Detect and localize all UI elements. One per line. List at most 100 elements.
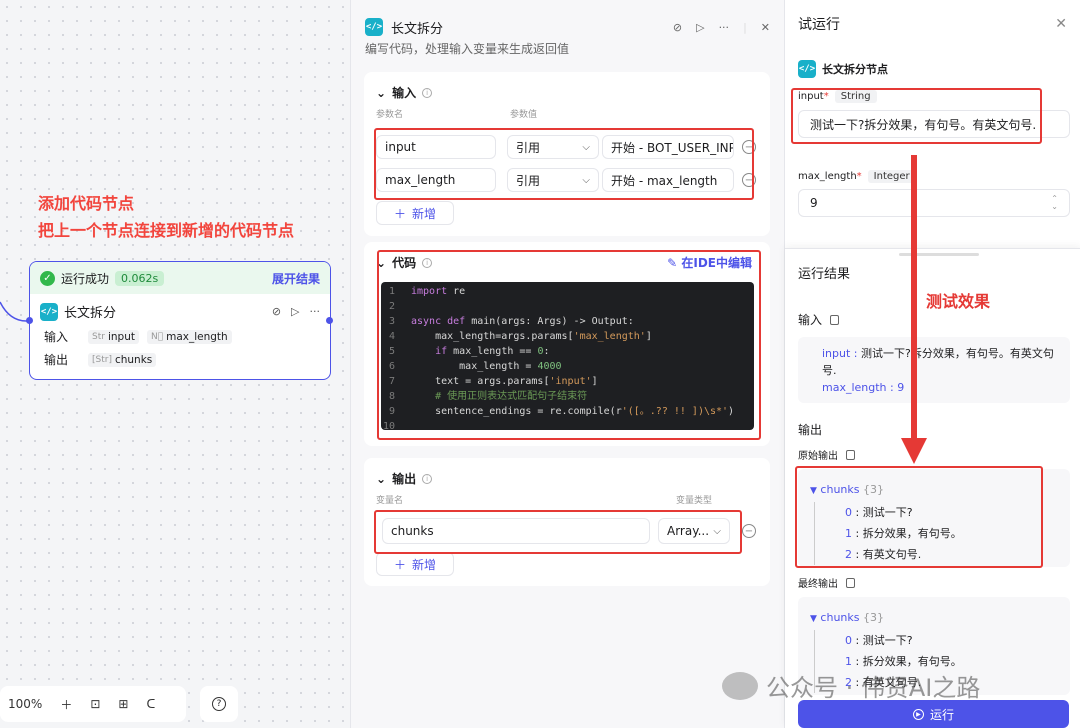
remove-param-icon[interactable]: − (742, 140, 756, 154)
watermark: 公众号 · 伟贤AI之路 (722, 668, 980, 703)
info-icon: i (422, 87, 433, 98)
input-value-field[interactable]: 测试一下?拆分效果，有句号。有英文句号. (798, 110, 1070, 138)
editor-title: 长文拆分 (391, 21, 444, 37)
test-run-panel: 试运行 ✕ </> 长文拆分节点 input* String 测试一下?拆分效果，有句… (784, 0, 1080, 728)
info-icon: i (422, 257, 433, 268)
node-output-var: [Str] chunks (88, 352, 157, 367)
param-name: max_length* (798, 171, 862, 182)
run-node-icon[interactable]: ▷ (291, 305, 299, 318)
input-ref-select[interactable]: 开始 - BOT_USER_INPUT (602, 135, 734, 159)
expand-result-link[interactable]: 展开结果 (272, 270, 320, 287)
close-icon[interactable]: ✕ (761, 21, 770, 34)
add-output-button[interactable]: ＋新增 (376, 552, 454, 576)
node-output-port[interactable] (326, 317, 333, 324)
stepper-icon[interactable]: ⌃ ⌄ (1051, 195, 1058, 211)
copy-icon[interactable] (846, 449, 855, 460)
debug-off-icon[interactable]: ⊘ (272, 305, 281, 318)
annotation-arrow (911, 155, 917, 443)
output-var-name-field[interactable]: chunks (382, 518, 650, 544)
param-type-tag: String (834, 90, 877, 103)
workflow-canvas[interactable]: 添加代码节点 把上一个节点连接到新增的代码节点 ✓ 运行成功 0.062s 展开… (0, 0, 350, 728)
node-input-port[interactable] (26, 317, 33, 324)
editor-description: 编写代码，处理输入变量来生成返回值 (365, 42, 570, 56)
remove-output-icon[interactable]: − (742, 524, 756, 538)
result-output-heading: 输出 (798, 423, 823, 437)
code-section-title: 代码 (392, 256, 417, 270)
help-icon: ? (212, 697, 226, 711)
help-button[interactable]: ? (200, 686, 238, 722)
output-section-title: 输出 (392, 472, 417, 486)
input-param-name-field[interactable]: input (376, 135, 496, 159)
max-length-field[interactable]: 9 ⌃ ⌄ (798, 189, 1070, 217)
collapse-icon[interactable]: ᑕ (146, 697, 155, 711)
more-icon[interactable]: ··· (719, 21, 730, 34)
copy-icon[interactable] (846, 577, 855, 588)
edit-icon: ✎ (667, 256, 678, 270)
success-check-icon: ✓ (40, 270, 55, 286)
annotation-add-node: 添加代码节点 (38, 194, 135, 213)
collapse-chevron-icon[interactable]: ⌄ (376, 256, 386, 270)
divider: | (743, 20, 747, 34)
param-type-tag: Integer (867, 170, 916, 183)
node-run-status: ✓ 运行成功 0.062s 展开结果 (30, 262, 330, 294)
chevron-down-icon: ⌵ (713, 525, 721, 537)
code-node-icon: </> (798, 60, 816, 78)
input-ref-select[interactable]: 开始 - max_length (602, 168, 734, 192)
remove-param-icon[interactable]: − (742, 173, 756, 187)
run-time-badge: 0.062s (115, 270, 165, 286)
run-button[interactable]: ▶ 运行 (798, 700, 1069, 728)
result-input-heading: 输入 (798, 313, 823, 327)
col-var-name: 变量名 (376, 496, 404, 506)
code-node-card[interactable]: ✓ 运行成功 0.062s 展开结果 </> 长文拆分 ⊘ ▷ ··· 输入 S… (29, 261, 331, 380)
code-editor[interactable]: 1 import re 2 3 async def main(args: Args)… (381, 282, 754, 430)
layout-icon[interactable]: ⊞ (118, 697, 128, 711)
test-run-title: 试运行 (798, 17, 840, 33)
input-param-name-field[interactable]: max_length (376, 168, 496, 192)
fit-view-icon[interactable]: ⊡ (90, 697, 100, 711)
col-param-value: 参数值 (510, 110, 538, 120)
node-output-label: 输出 (44, 353, 69, 367)
add-input-button[interactable]: ＋新增 (376, 201, 454, 225)
node-input-var: N⃞ max_length (146, 329, 232, 344)
zoom-in-icon[interactable]: ＋ (60, 696, 72, 713)
edit-in-ide-link[interactable]: ✎ 在IDE中编辑 (667, 254, 752, 271)
node-editor-panel: </> 长文拆分 ⊘ ▷ ··· | ✕ 编写代码，处理输入变量来生成返回值 ⌄… (350, 0, 784, 728)
run-result-sheet: 运行结果 输入 input : 测试一下?拆分效果，有句号。有英文句号. max… (785, 248, 1080, 728)
test-effect-annotation: 测试效果 (926, 292, 991, 311)
zoom-toolbar: 100% ＋ ⊡ ⊞ ᑕ (0, 686, 186, 722)
zoom-level[interactable]: 100% (8, 697, 42, 711)
run-node-icon[interactable]: ▷ (696, 21, 704, 34)
annotation-arrow-head (901, 438, 927, 464)
output-type-select[interactable]: Array... ⌵ (658, 518, 730, 544)
input-section: ⌄ 输入 i 参数名 参数值 input 引用⌵ 开始 - BOT_USER_INPU… (364, 72, 770, 236)
annotation-connect-node: 把上一个节点连接到新增的代码节点 (38, 221, 295, 240)
chevron-down-icon: ⌵ (582, 174, 590, 186)
run-status-text: 运行成功 (61, 271, 110, 286)
collapse-chevron-icon[interactable]: ⌄ (376, 472, 386, 486)
info-icon: i (422, 473, 433, 484)
play-icon: ▶ (912, 708, 924, 720)
col-param-name: 参数名 (376, 110, 404, 120)
run-node-title: 长文拆分节点 (822, 63, 888, 76)
output-section: ⌄ 输出 i 变量名 变量类型 chunks Array... ⌵ − ＋新增 (364, 458, 770, 586)
final-output-label: 最终输出 (798, 579, 838, 590)
node-input-label: 输入 (44, 330, 69, 344)
wechat-logo-icon (722, 671, 758, 700)
debug-off-icon[interactable]: ⊘ (673, 21, 682, 34)
collapse-chevron-icon[interactable]: ⌄ (376, 86, 386, 100)
copy-icon[interactable] (830, 314, 840, 325)
code-node-icon: </> (40, 302, 58, 321)
input-mode-select[interactable]: 引用 ⌵ (507, 135, 599, 159)
node-input-var: Str input (88, 329, 139, 344)
close-icon[interactable]: ✕ (1055, 16, 1067, 32)
input-section-title: 输入 (392, 86, 417, 100)
expand-tree-icon: ▼ (810, 614, 817, 624)
node-title: 长文拆分 (64, 306, 117, 321)
more-icon[interactable]: ··· (310, 305, 321, 318)
raw-output-block: ▼ chunks {3} 0 : 测试一下? 1 : 拆分效果，有句号。 2 :… (798, 469, 1070, 567)
connection-edge (0, 301, 29, 322)
input-mode-select[interactable]: 引用 ⌵ (507, 168, 599, 192)
result-input-block: input : 测试一下?拆分效果，有句号。有英文句号. max_length … (798, 337, 1070, 403)
run-result-title: 运行结果 (798, 267, 851, 282)
raw-output-label: 原始输出 (798, 451, 838, 462)
